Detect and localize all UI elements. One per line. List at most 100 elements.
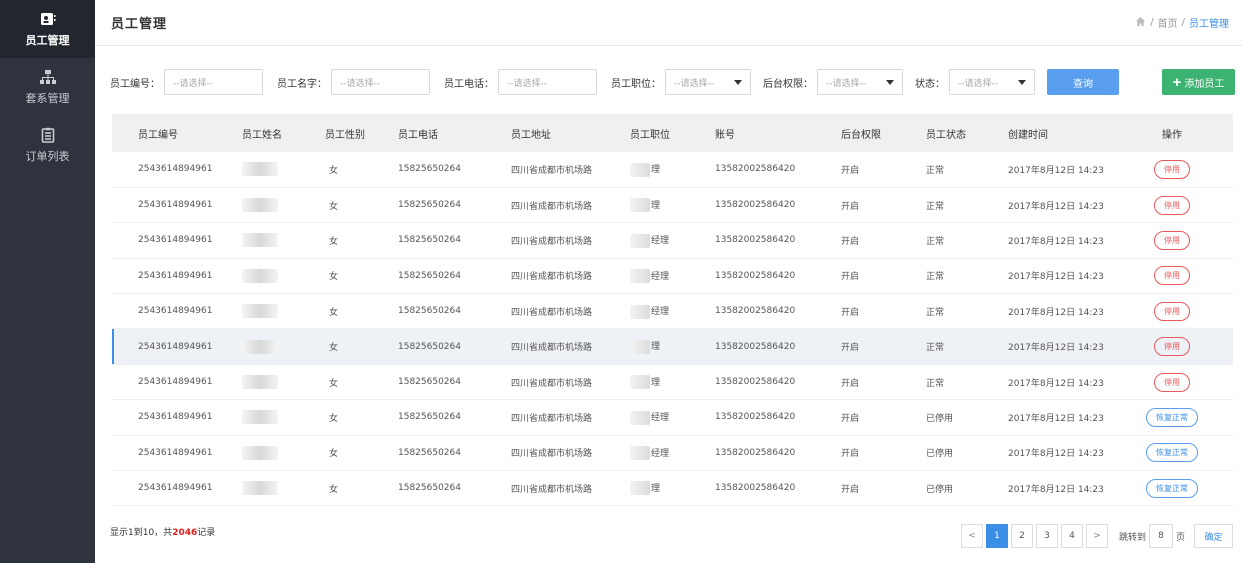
confirm-jump-button[interactable]: 确定 [1194, 524, 1233, 548]
cell-gender: 女 [307, 328, 380, 365]
position-select-value: --请选择-- [674, 78, 714, 89]
sitemap-icon [39, 69, 56, 85]
summary-prefix: 显示1到10，共 [110, 528, 173, 538]
redacted-name [242, 481, 278, 496]
emp-name-label: 员工名字： [277, 78, 327, 90]
emp-name-placeholder: --请选择-- [340, 78, 380, 89]
position-suffix: 理 [651, 342, 661, 353]
position-select[interactable]: --请选择-- [665, 69, 751, 95]
cell-emp-name [216, 152, 307, 188]
sidebar-item-orders[interactable]: 订单列表 [0, 116, 95, 174]
cell-emp-name [216, 328, 307, 365]
status-select[interactable]: --请选择-- [949, 69, 1035, 95]
cell-action: 停用 [1111, 187, 1233, 224]
disable-button[interactable]: 停用 [1154, 301, 1190, 321]
cell-phone: 15825650264 [380, 328, 493, 365]
redacted-position [630, 162, 650, 177]
breadcrumb-sep: / [1150, 17, 1154, 28]
cell-account: 13582002586420 [705, 435, 829, 472]
cell-phone: 15825650264 [380, 399, 493, 436]
redacted-position [630, 304, 650, 319]
position-suffix: 经理 [651, 307, 670, 317]
emp-name-input[interactable]: --请选择-- [331, 69, 430, 95]
breadcrumb-home[interactable]: 首页 [1158, 15, 1178, 30]
restore-button[interactable]: 恢复正常 [1146, 407, 1198, 427]
disable-button[interactable]: 停用 [1154, 159, 1190, 179]
cell-position: 理 [622, 187, 705, 224]
cell-emp-no: 2543614894961 [112, 435, 216, 472]
jump-page-input[interactable]: 8 [1148, 524, 1173, 548]
cell-action: 停用 [1111, 328, 1233, 365]
table-row[interactable]: 2543614894961 女 15825650264 四川省成都市机场路 理 13582… [112, 328, 1233, 365]
cell-action: 恢复正常 [1111, 470, 1233, 507]
table-row[interactable]: 2543614894961 女 15825650264 四川省成都市机场路 理 13582… [112, 187, 1233, 224]
cell-permission: 开启 [829, 435, 914, 472]
col-header: 员工电话 [380, 114, 493, 152]
prev-page-button[interactable]: < [960, 524, 983, 548]
page-button-4[interactable]: 4 [1060, 524, 1083, 548]
sidebar-item-label: 套系管理 [25, 91, 70, 105]
cell-emp-name [216, 435, 307, 472]
cell-status: 正常 [914, 364, 996, 401]
col-header: 员工姓名 [216, 114, 307, 152]
emp-no-input[interactable]: --请选择-- [164, 69, 263, 95]
restore-button[interactable]: 恢复正常 [1146, 478, 1198, 498]
cell-created: 2017年8月12日 14:23 [996, 293, 1111, 330]
query-button[interactable]: 查询 [1047, 69, 1119, 95]
sidebar-item-staff[interactable]: 员工管理 [0, 0, 95, 58]
table-row[interactable]: 2543614894961 女 15825650264 四川省成都市机场路 经理 1358… [112, 399, 1233, 436]
redacted-name [242, 339, 278, 354]
cell-created: 2017年8月12日 14:23 [996, 152, 1111, 188]
emp-phone-label: 员工电话： [444, 78, 494, 90]
table-row[interactable]: 2543614894961 女 15825650264 四川省成都市机场路 经理 1358… [112, 293, 1233, 330]
cell-address: 四川省成都市机场路 [493, 470, 622, 507]
disable-button[interactable]: 停用 [1154, 337, 1190, 357]
col-header: 操作 [1111, 114, 1233, 152]
filter-bar: 员工编号： --请选择-- 员工名字： --请选择-- 员工电话： --请选择-… [110, 69, 1235, 95]
cell-action: 恢复正常 [1111, 399, 1233, 436]
page-button-1[interactable]: 1 [985, 524, 1008, 548]
sidebar-item-package[interactable]: 套系管理 [0, 58, 95, 116]
home-icon[interactable] [1135, 16, 1146, 30]
table-row[interactable]: 2543614894961 女 15825650264 四川省成都市机场路 理 13582… [112, 470, 1233, 507]
col-header: 员工状态 [914, 114, 996, 152]
cell-address: 四川省成都市机场路 [493, 293, 622, 330]
position-suffix: 理 [651, 377, 661, 388]
cell-action: 停用 [1111, 364, 1233, 401]
emp-phone-input[interactable]: --请选择-- [498, 69, 597, 95]
disable-button[interactable]: 停用 [1154, 230, 1190, 250]
redacted-name [242, 375, 278, 390]
redacted-position [630, 410, 650, 425]
cell-address: 四川省成都市机场路 [493, 328, 622, 365]
contact-card-icon [40, 11, 56, 27]
cell-permission: 开启 [829, 187, 914, 224]
cell-address: 四川省成都市机场路 [493, 364, 622, 401]
col-header: 员工编号 [112, 114, 216, 152]
cell-account: 13582002586420 [705, 328, 829, 365]
permission-select-value: --请选择-- [826, 78, 866, 89]
disable-button[interactable]: 停用 [1154, 372, 1190, 392]
table-row[interactable]: 2543614894961 女 15825650264 四川省成都市机场路 经理 1358… [112, 435, 1233, 472]
page-button-3[interactable]: 3 [1035, 524, 1058, 548]
cell-permission: 开启 [829, 364, 914, 401]
cell-created: 2017年8月12日 14:23 [996, 399, 1111, 436]
cell-created: 2017年8月12日 14:23 [996, 328, 1111, 365]
add-employee-button[interactable]: + 添加员工 [1162, 69, 1235, 95]
breadcrumb: / 首页 / 员工管理 [1135, 15, 1229, 30]
page-button-2[interactable]: 2 [1010, 524, 1033, 548]
table-row[interactable]: 2543614894961 女 15825650264 四川省成都市机场路 理 13582… [112, 364, 1233, 401]
restore-button[interactable]: 恢复正常 [1146, 443, 1198, 463]
permission-select[interactable]: --请选择-- [817, 69, 903, 95]
cell-emp-name [216, 470, 307, 507]
page-title: 员工管理 [111, 17, 168, 32]
table-row[interactable]: 2543614894961 女 15825650264 四川省成都市机场路 经理 1358… [112, 258, 1233, 295]
cell-position: 理 [622, 328, 705, 365]
table-row[interactable]: 2543614894961 女 15825650264 四川省成都市机场路 经理 1358… [112, 222, 1233, 259]
redacted-position [630, 446, 650, 461]
table-row[interactable]: 2543614894961 女 15825650264 四川省成都市机场路 理 13582… [112, 152, 1233, 188]
disable-button[interactable]: 停用 [1154, 266, 1190, 286]
breadcrumb-current: 员工管理 [1189, 19, 1229, 30]
disable-button[interactable]: 停用 [1154, 195, 1190, 215]
redacted-position [630, 233, 650, 248]
next-page-button[interactable]: > [1085, 524, 1108, 548]
